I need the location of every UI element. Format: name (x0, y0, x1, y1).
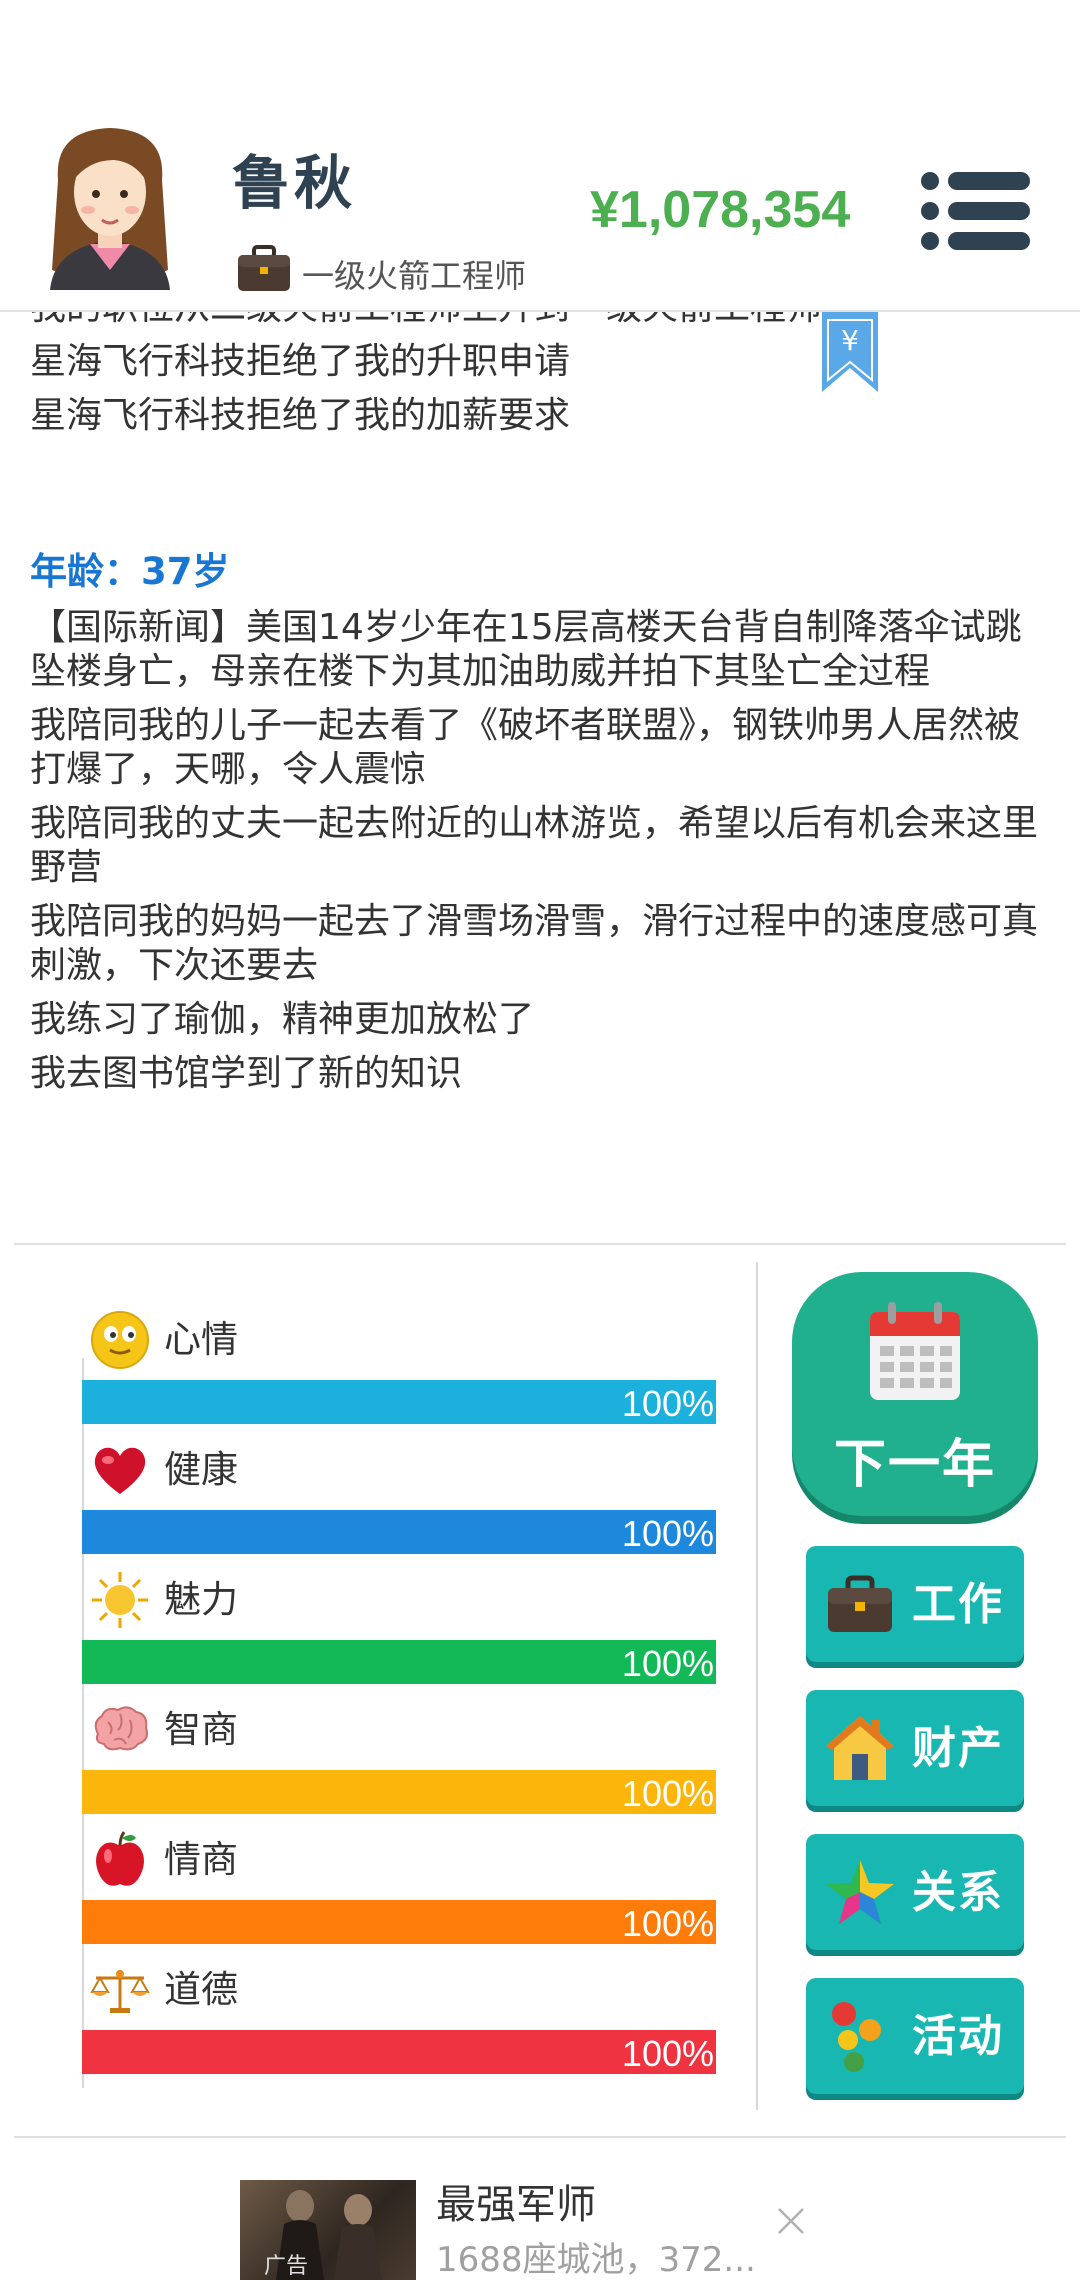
stat-value: 100% (621, 1773, 714, 1814)
property-button[interactable]: 财产 (806, 1690, 1024, 1806)
avatar[interactable] (40, 120, 180, 290)
log-entry: 星海飞行科技拒绝了我的加薪要求 (30, 395, 571, 436)
relations-button[interactable]: 关系 (806, 1834, 1024, 1950)
age-label: 年龄：37岁 (30, 550, 230, 593)
stat-eq: 情商 100% (82, 1830, 716, 1960)
sun-icon (92, 1572, 148, 1628)
log-entry: 我练习了瑜伽，精神更加放松了 (30, 999, 535, 1040)
stat-label: 心情 (164, 1318, 238, 1361)
stat-value: 100% (621, 1643, 714, 1684)
ad-tag: 广告 (264, 2254, 309, 2279)
bookmark-symbol: ¥ (841, 324, 859, 357)
stat-bar (82, 1640, 716, 1684)
stat-bar (82, 2030, 716, 2074)
scales-icon (90, 1970, 150, 2013)
money-balance: ¥1,078,354 (590, 181, 851, 239)
stat-value: 100% (621, 2033, 714, 2074)
activities-button[interactable]: 活动 (806, 1978, 1024, 2094)
stat-bar (82, 1900, 716, 1944)
stat-health: 健康 100% (82, 1440, 716, 1570)
star-icon (826, 1860, 894, 1924)
activities-label: 活动 (912, 2011, 1004, 2062)
apple-icon (96, 1831, 144, 1886)
activities-icon (832, 2002, 881, 2072)
smiley-face-icon (91, 1311, 149, 1369)
log-entry: 我陪同我的妈妈一起去了滑雪场滑雪，滑行过程中的速度感可真刺激，下次还要去 (30, 901, 1039, 986)
log-entry: 我陪同我的儿子一起去看了《破坏者联盟》，钢铁帅男人居然被打爆了，天哪，令人震惊 (30, 705, 1021, 790)
log-entry: 我的职位从二级火箭工程师上升到一级火箭工程师 (30, 312, 1040, 330)
money-bookmark-icon[interactable]: ¥ (822, 312, 878, 392)
property-label: 财产 (912, 1723, 1004, 1774)
log-entry: 星海飞行科技拒绝了我的升职申请 (30, 341, 571, 382)
stat-label: 健康 (164, 1448, 238, 1491)
stat-label: 情商 (164, 1838, 238, 1881)
header: 鲁秋 一级火箭工程师 ¥1,078,354 (0, 0, 1080, 312)
menu-button[interactable] (920, 170, 1030, 252)
stat-charm: 魅力 100% (82, 1570, 716, 1700)
stat-iq: 智商 100% (82, 1700, 716, 1830)
stat-mood: 心情 100% (82, 1310, 716, 1440)
stat-label: 智商 (164, 1708, 238, 1751)
briefcase-icon (828, 1575, 892, 1632)
ad-image[interactable]: 广告 (240, 2180, 416, 2280)
ad-description: 1688座城池，372... (436, 2240, 756, 2280)
log-entry: 我陪同我的丈夫一起去附近的山林游览，希望以后有机会来这里野营 (30, 803, 1039, 888)
ad-title[interactable]: 最强军师 (436, 2180, 596, 2230)
stat-bar (82, 1380, 716, 1424)
stat-bar (82, 1510, 716, 1554)
stat-value: 100% (621, 1383, 714, 1424)
relations-label: 关系 (912, 1867, 1004, 1918)
stat-value: 100% (621, 1903, 714, 1944)
work-button[interactable]: 工作 (806, 1546, 1024, 1662)
stat-bar (82, 1770, 716, 1814)
stat-value: 100% (621, 1513, 714, 1554)
calendar-icon (870, 1302, 960, 1400)
stat-morality: 道德 100% (82, 1960, 716, 2090)
log-entry: 【国际新闻】美国14岁少年在15层高楼天台背自制降落伞试跳坠楼身亡，母亲在楼下为… (30, 607, 1022, 692)
brain-icon (94, 1706, 148, 1751)
event-log[interactable]: 我的职位从二级火箭工程师上升到一级火箭工程师 星海飞行科技拒绝了我的升职申请 星… (0, 312, 1080, 1242)
work-label: 工作 (912, 1579, 1004, 1630)
job-title: 一级火箭工程师 (302, 257, 527, 295)
close-icon[interactable] (776, 2206, 806, 2236)
log-entry: 我去图书馆学到了新的知识 (30, 1053, 463, 1094)
next-year-button[interactable]: 下一年 (792, 1272, 1038, 1516)
divider (14, 2136, 1066, 2138)
house-icon (826, 1716, 894, 1780)
divider (14, 1243, 1066, 1245)
heart-icon (94, 1447, 146, 1494)
next-year-label: 下一年 (833, 1435, 996, 1495)
stat-label: 道德 (164, 1968, 238, 2011)
divider (756, 1262, 758, 2110)
player-name: 鲁秋 (232, 149, 357, 217)
briefcase-icon (238, 245, 290, 291)
stat-label: 魅力 (164, 1578, 238, 1621)
